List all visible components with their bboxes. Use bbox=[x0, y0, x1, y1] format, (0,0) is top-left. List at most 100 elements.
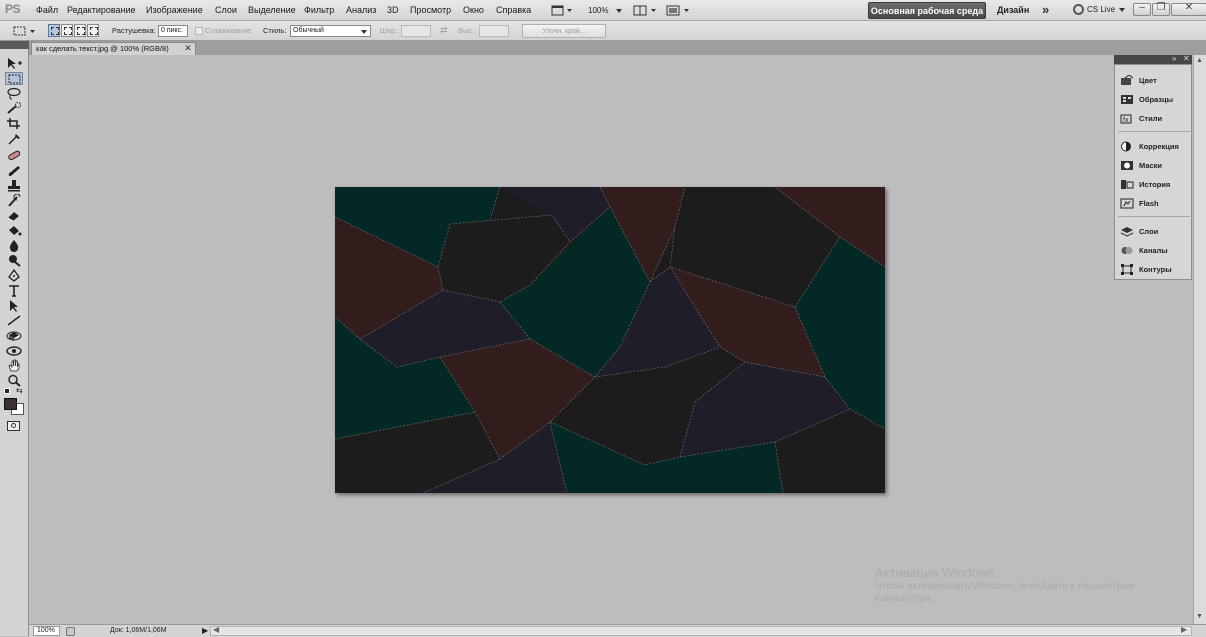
chevron-down-icon bbox=[361, 30, 367, 34]
type-tool[interactable] bbox=[5, 284, 23, 297]
menu-image[interactable]: Изображение bbox=[146, 5, 203, 15]
workspace-design-button[interactable]: Дизайн bbox=[997, 5, 1029, 15]
swap-dimensions-icon[interactable]: ⇄ bbox=[440, 25, 448, 36]
history-brush-tool[interactable] bbox=[5, 194, 23, 207]
eraser-tool[interactable] bbox=[5, 209, 23, 222]
intersect-selection-icon[interactable] bbox=[87, 24, 99, 37]
eyedropper-tool[interactable] bbox=[5, 132, 23, 145]
status-bar: 100% Док: 1,06M/1,06M ▶ ◀ ▶ bbox=[29, 624, 1206, 637]
status-menu-arrow-icon[interactable]: ▶ bbox=[202, 626, 208, 635]
height-input[interactable] bbox=[479, 25, 509, 37]
document-image[interactable] bbox=[335, 187, 885, 493]
flash-icon bbox=[1120, 198, 1134, 209]
subtract-from-selection-icon[interactable] bbox=[74, 24, 86, 37]
menu-file[interactable]: Файл bbox=[36, 5, 58, 15]
close-button[interactable]: ✕ bbox=[1171, 2, 1206, 16]
vertical-scrollbar[interactable]: ▲ ▼ bbox=[1193, 55, 1206, 624]
restore-button[interactable]: ❐ bbox=[1152, 2, 1170, 16]
menu-help[interactable]: Справка bbox=[496, 5, 531, 15]
swap-colors-icon[interactable]: ⇆ bbox=[16, 386, 23, 395]
rectangular-marquee-tool[interactable] bbox=[5, 72, 23, 85]
scroll-right-icon[interactable]: ▶ bbox=[1181, 625, 1187, 634]
3d-rotate-tool[interactable] bbox=[5, 329, 23, 342]
dodge-tool[interactable] bbox=[5, 254, 23, 267]
hand-tool[interactable] bbox=[5, 359, 23, 372]
default-colors-icon[interactable] bbox=[4, 388, 10, 394]
lasso-tool[interactable] bbox=[5, 87, 23, 100]
eyedropper-icon bbox=[8, 134, 20, 145]
scroll-up-icon[interactable]: ▲ bbox=[1196, 57, 1203, 64]
close-tab-icon[interactable]: ✕ bbox=[183, 43, 193, 53]
new-selection-icon[interactable] bbox=[48, 24, 60, 37]
pen-tool[interactable] bbox=[5, 269, 23, 282]
style-select[interactable]: Обычный bbox=[290, 25, 371, 37]
arrange-documents-icon bbox=[633, 5, 656, 15]
antialias-label: Сглаживание bbox=[205, 26, 252, 35]
3d-orbit-tool[interactable] bbox=[5, 344, 23, 357]
workspace-essentials-button[interactable]: Основная рабочая среда bbox=[868, 2, 986, 19]
panel-channels[interactable]: Каналы bbox=[1120, 243, 1190, 257]
antialias-checkbox[interactable] bbox=[195, 27, 203, 35]
menu-view[interactable]: Просмотр bbox=[410, 5, 451, 15]
document-tab[interactable]: как сделать текст.jpg @ 100% (RGB/8) bbox=[31, 42, 196, 55]
arrange-documents-dropdown[interactable] bbox=[633, 3, 659, 18]
panel-color[interactable]: Цвет bbox=[1120, 73, 1190, 87]
feather-input[interactable]: 0 пикс. bbox=[158, 25, 188, 37]
panel-history[interactable]: История bbox=[1120, 177, 1190, 191]
styles-icon: fx bbox=[1120, 113, 1134, 124]
cs-live-button[interactable]: CS Live bbox=[1073, 4, 1126, 15]
panel-flash[interactable]: Flash bbox=[1120, 196, 1190, 210]
path-selection-tool[interactable] bbox=[5, 299, 23, 312]
screen-layout-dropdown[interactable] bbox=[666, 3, 692, 18]
menu-layers[interactable]: Слои bbox=[215, 5, 237, 15]
panel-dock: Цвет Образцы fx Стили Коррекция Маски Ис… bbox=[1114, 64, 1192, 280]
scroll-left-icon[interactable]: ◀ bbox=[213, 625, 219, 634]
crop-tool[interactable] bbox=[5, 117, 23, 130]
panel-dock-header[interactable]: » ✕ bbox=[1114, 54, 1192, 64]
status-info-icon[interactable] bbox=[66, 627, 75, 636]
menu-edit[interactable]: Редактирование bbox=[67, 5, 136, 15]
menu-filter[interactable]: Фильтр bbox=[304, 5, 334, 15]
close-panels-icon[interactable]: ✕ bbox=[1183, 54, 1190, 63]
minimize-button[interactable]: – bbox=[1133, 2, 1151, 16]
quick-mask-icon[interactable] bbox=[7, 421, 20, 431]
screen-mode-dropdown[interactable] bbox=[551, 3, 573, 18]
panel-masks[interactable]: Маски bbox=[1120, 158, 1190, 172]
quick-selection-tool[interactable] bbox=[5, 102, 23, 115]
expand-panels-icon[interactable]: » bbox=[1172, 54, 1176, 63]
width-input[interactable] bbox=[401, 25, 431, 37]
line-tool[interactable] bbox=[5, 314, 23, 327]
spot-healing-brush-tool[interactable] bbox=[5, 149, 23, 162]
menu-analysis[interactable]: Анализ bbox=[346, 5, 376, 15]
move-icon bbox=[8, 58, 22, 69]
toolbar-header[interactable] bbox=[0, 41, 29, 49]
scroll-down-icon[interactable]: ▼ bbox=[1196, 613, 1203, 620]
3d-orbit-icon bbox=[6, 346, 22, 356]
brush-tool[interactable] bbox=[5, 164, 23, 177]
panel-styles[interactable]: fx Стили bbox=[1120, 111, 1190, 125]
more-workspaces-icon[interactable]: » bbox=[1042, 2, 1049, 17]
tool-preset-picker[interactable] bbox=[12, 23, 38, 38]
crop-icon bbox=[7, 118, 20, 129]
clone-stamp-tool[interactable] bbox=[5, 179, 23, 192]
status-zoom-field[interactable]: 100% bbox=[33, 626, 60, 636]
horizontal-scrollbar[interactable]: ◀ ▶ bbox=[210, 625, 1192, 636]
add-to-selection-icon[interactable] bbox=[61, 24, 73, 37]
marquee-icon bbox=[8, 74, 21, 84]
foreground-color-swatch[interactable] bbox=[4, 398, 17, 410]
paint-bucket-tool[interactable] bbox=[5, 224, 23, 237]
blur-tool[interactable] bbox=[5, 239, 23, 252]
panel-paths[interactable]: Контуры bbox=[1120, 262, 1190, 276]
type-icon bbox=[9, 285, 19, 297]
panel-layers[interactable]: Слои bbox=[1120, 224, 1190, 238]
panel-paths-label: Контуры bbox=[1139, 264, 1172, 274]
refine-edge-button[interactable]: Уточн. край... bbox=[522, 24, 606, 38]
zoom-level-dropdown[interactable]: 100% bbox=[588, 3, 624, 18]
menu-window[interactable]: Окно bbox=[463, 5, 484, 15]
quick-selection-icon bbox=[7, 102, 21, 114]
menu-3d[interactable]: 3D bbox=[387, 5, 399, 15]
panel-swatches[interactable]: Образцы bbox=[1120, 92, 1190, 106]
menu-select[interactable]: Выделение bbox=[248, 5, 296, 15]
panel-adjustments[interactable]: Коррекция bbox=[1120, 139, 1190, 153]
move-tool[interactable] bbox=[5, 57, 23, 70]
